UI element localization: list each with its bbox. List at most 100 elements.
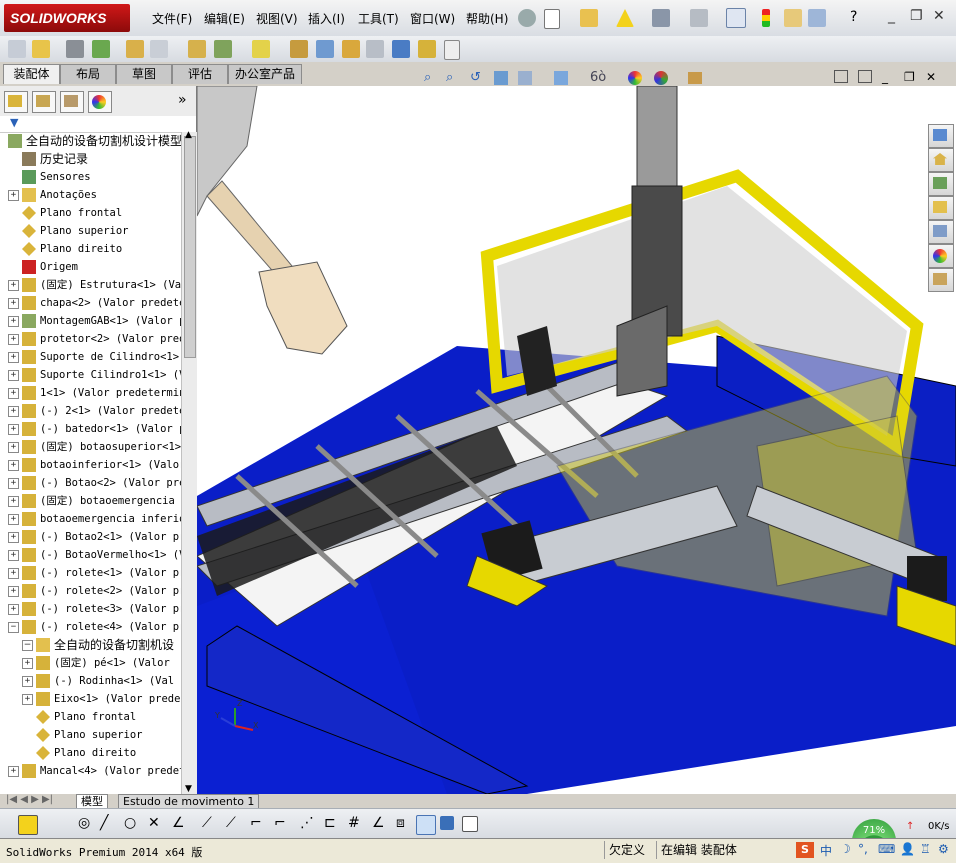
move-component-icon[interactable] (150, 40, 168, 58)
configuration-manager-tab-icon[interactable] (60, 91, 84, 113)
linear-pattern-icon[interactable] (92, 40, 110, 58)
tree-row[interactable]: Origem (0, 258, 181, 276)
tree-row[interactable]: 历史记录 (0, 150, 181, 168)
file-explorer-icon[interactable] (928, 196, 954, 220)
tab-office-products[interactable]: 办公室产品 (228, 64, 302, 84)
explode-line-sketch-icon[interactable] (366, 40, 384, 58)
expand-icon[interactable]: + (8, 406, 19, 417)
zoom-to-area-icon[interactable]: ⌕ (446, 70, 453, 85)
filter-icon[interactable]: ▼ (10, 116, 18, 129)
user-icon[interactable]: 👤 (900, 842, 915, 856)
feature-manager-tab-icon[interactable] (4, 91, 28, 113)
scroll-up-icon[interactable]: ▲ (185, 130, 192, 140)
help-icon[interactable]: ? (850, 9, 868, 27)
viewport-minimize-icon[interactable]: _ (882, 70, 888, 84)
tree-row[interactable]: + (-) batedor<1> (Valor p (0, 420, 181, 438)
expand-icon[interactable]: + (8, 532, 19, 543)
tree-row[interactable]: Plano superior (0, 726, 181, 744)
split-horizontal-icon[interactable] (858, 70, 872, 83)
line-icon[interactable]: ╱ (100, 815, 108, 831)
expand-icon[interactable]: + (22, 694, 33, 705)
grid-icon[interactable]: # (348, 815, 360, 831)
tangent-arc-icon[interactable]: ⌐ (250, 815, 262, 831)
tree-row[interactable]: Plano superior (0, 222, 181, 240)
tree-row[interactable]: + (-) Rodinha<1> (Val (0, 672, 181, 690)
expand-icon[interactable]: + (8, 478, 19, 489)
expand-icon[interactable]: + (8, 442, 19, 453)
tree-row[interactable]: + Mancal<4> (Valor predet (0, 762, 181, 780)
menu-tools[interactable]: 工具(T) (358, 10, 399, 27)
annotation-toolbar-icon[interactable] (18, 815, 38, 835)
restore-icon[interactable]: ❐ (910, 8, 923, 24)
tree-row[interactable]: + (-) rolete<3> (Valor pr (0, 600, 181, 618)
tree-row[interactable]: Plano direito (0, 240, 181, 258)
expand-icon[interactable]: + (8, 568, 19, 579)
tab-assembly[interactable]: 装配体 (3, 64, 60, 84)
view-settings-icon[interactable] (688, 72, 702, 84)
tree-row[interactable]: + (固定) botaoemergencia (0, 492, 181, 510)
minimize-icon[interactable]: _ (888, 8, 895, 24)
expand-icon[interactable]: + (8, 514, 19, 525)
mirror-icon[interactable]: ⟋ (202, 815, 212, 831)
expand-icon[interactable]: + (8, 388, 19, 399)
keyboard-icon[interactable]: ⌨ (878, 842, 895, 856)
tree-row[interactable]: + (-) BotaoVermelho<1> (V (0, 546, 181, 564)
menu-file[interactable]: 文件(F) (152, 10, 192, 27)
construction-line-icon[interactable]: ⋰ (300, 815, 314, 831)
tree-row[interactable]: + chapa<2> (Valor predete (0, 294, 181, 312)
tree-row[interactable]: + Suporte de Cilindro<1> (0, 348, 181, 366)
box-icon[interactable]: ⧈ (396, 815, 405, 831)
section-view-icon[interactable] (494, 71, 508, 85)
display-style-icon[interactable]: 6ò (590, 70, 606, 85)
chinese-mode-icon[interactable]: 中 (820, 842, 832, 859)
trim-icon[interactable]: ✕ (148, 815, 160, 831)
design-library-icon[interactable] (928, 172, 954, 196)
file-properties-icon[interactable] (784, 9, 802, 27)
graphics-viewport[interactable]: Y Z X (197, 86, 956, 794)
expand-icon[interactable]: + (8, 316, 19, 327)
interference-detection-icon[interactable] (392, 40, 410, 58)
print-icon[interactable] (652, 9, 670, 27)
expand-icon[interactable]: + (8, 352, 19, 363)
reference-geometry-icon[interactable] (252, 40, 270, 58)
tab-evaluate[interactable]: 评估 (172, 64, 228, 84)
view-orientation-icon[interactable] (554, 71, 568, 85)
tree-row[interactable]: + Suporte Cilindro1<1> (V (0, 366, 181, 384)
rebuild-traffic-light-icon[interactable] (762, 9, 770, 27)
corner-rectangle-icon[interactable]: ⌐ (274, 815, 286, 831)
tree-scrollbar[interactable]: ▲ ▼ (181, 130, 197, 796)
smart-fasteners-icon[interactable] (126, 40, 144, 58)
offset-icon[interactable]: ⟋ (226, 815, 236, 831)
pin-icon[interactable] (518, 9, 536, 27)
viewport-restore-icon[interactable]: ❐ (904, 70, 915, 84)
tree-row[interactable]: + (-) Botao2<1> (Valor pr (0, 528, 181, 546)
tree-row[interactable]: + (固定) Estrutura<1> (Va (0, 276, 181, 294)
exploded-view-icon[interactable] (342, 40, 360, 58)
tree-row[interactable]: + Eixo<1> (Valor prede (0, 690, 181, 708)
view-camera-icon[interactable] (440, 816, 454, 830)
clearance-verification-icon[interactable] (418, 40, 436, 58)
tree-row[interactable]: + (固定) botaosuperior<1> (0, 438, 181, 456)
table-icon[interactable] (462, 816, 478, 832)
collapse-icon[interactable]: − (22, 640, 33, 651)
previous-view-icon[interactable]: ↺ (470, 70, 481, 85)
tree-row[interactable]: + botaoinferior<1> (Valor (0, 456, 181, 474)
menu-insert[interactable]: 插入(I) (308, 10, 345, 27)
tree-row[interactable]: − (-) rolete<4> (Valor pr (0, 618, 181, 636)
display-manager-tab-icon[interactable] (88, 91, 112, 113)
close-icon[interactable]: ✕ (933, 8, 945, 24)
tree-row[interactable]: + (-) 2<1> (Valor predete (0, 402, 181, 420)
split-vertical-icon[interactable] (834, 70, 848, 83)
menu-window[interactable]: 窗口(W) (410, 10, 455, 27)
assembly-model-view[interactable]: Y Z X (197, 86, 956, 794)
shirt-icon[interactable]: ♖ (920, 842, 931, 856)
angle-icon[interactable]: ∠ (172, 815, 185, 831)
tools-icon[interactable]: ⚙ (938, 842, 949, 856)
tree-row[interactable]: Sensores (0, 168, 181, 186)
warning-icon[interactable] (616, 9, 634, 27)
home-icon[interactable] (928, 148, 954, 172)
instant3d-icon[interactable] (444, 40, 460, 60)
shaded-view-icon[interactable] (416, 815, 436, 835)
expand-icon[interactable]: + (8, 298, 19, 309)
expand-icon[interactable]: + (8, 334, 19, 345)
